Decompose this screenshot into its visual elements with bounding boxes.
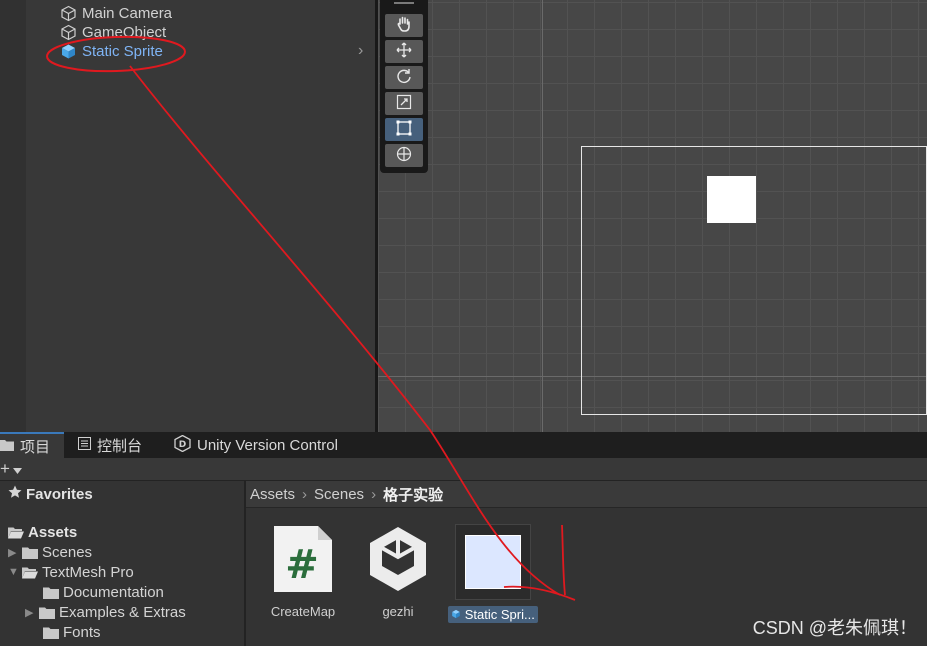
add-asset-button[interactable]: + bbox=[0, 458, 22, 480]
tree-fonts[interactable]: Fonts bbox=[43, 622, 101, 642]
asset-createmap[interactable]: # CreateMap bbox=[258, 524, 348, 619]
folder-icon bbox=[43, 626, 59, 639]
tab-uvc-label: Unity Version Control bbox=[197, 436, 338, 454]
breadcrumb-separator-icon: › bbox=[371, 485, 377, 503]
folder-icon bbox=[22, 546, 38, 559]
scale-tool-button[interactable] bbox=[385, 92, 423, 115]
tab-console[interactable]: 控制台 bbox=[78, 432, 142, 458]
tab-project[interactable]: 项目 bbox=[0, 432, 64, 458]
hand-tool-button[interactable] bbox=[385, 14, 423, 37]
tree-documentation[interactable]: Documentation bbox=[43, 582, 164, 602]
tree-favorites[interactable]: Favorites bbox=[8, 484, 93, 504]
tree-label: Examples & Extras bbox=[59, 603, 186, 621]
unity-scene-icon bbox=[353, 524, 443, 598]
hierarchy-item-label: Static Sprite bbox=[82, 43, 163, 60]
tree-label: TextMesh Pro bbox=[42, 563, 134, 581]
breadcrumb-separator-icon: › bbox=[302, 485, 308, 503]
version-control-icon: D bbox=[174, 434, 191, 456]
tree-assets[interactable]: Assets bbox=[8, 522, 77, 542]
tree-textmesh-pro[interactable]: ▼ TextMesh Pro bbox=[8, 562, 134, 582]
sprite-object[interactable] bbox=[707, 176, 756, 223]
hierarchy-item-label: GameObject bbox=[82, 24, 167, 41]
rect-transform-icon bbox=[395, 119, 413, 141]
rect-tool-button[interactable] bbox=[385, 118, 423, 141]
watermark: CSDN @老朱佩琪！ bbox=[752, 618, 917, 638]
bottom-tab-bar: 项目 控制台 D Unity Version Control bbox=[0, 432, 927, 458]
expand-arrow-icon[interactable]: ▶ bbox=[25, 606, 35, 619]
prefab-thumbnail bbox=[455, 524, 531, 600]
transform-icon bbox=[395, 145, 413, 167]
asset-label: CreateMap bbox=[270, 604, 336, 619]
rotate-icon bbox=[395, 67, 413, 89]
chevron-right-icon[interactable]: › bbox=[358, 42, 363, 60]
project-folder-tree: Favorites Assets ▶ Scenes ▼ TextMesh Pro… bbox=[0, 481, 244, 646]
tree-label: Fonts bbox=[63, 623, 101, 641]
tree-label: Documentation bbox=[63, 583, 164, 601]
transform-tool-button[interactable] bbox=[385, 144, 423, 167]
prefab-cube-icon bbox=[60, 43, 77, 60]
scale-icon bbox=[395, 93, 413, 115]
project-toolbar: + bbox=[0, 458, 927, 481]
tree-scenes[interactable]: ▶ Scenes bbox=[8, 542, 92, 562]
asset-static-sprite[interactable]: Static Spri... bbox=[448, 524, 538, 623]
move-icon bbox=[395, 41, 413, 63]
breadcrumb-current[interactable]: 格子实验 bbox=[383, 484, 443, 505]
csharp-script-icon: # bbox=[258, 524, 348, 598]
open-folder-icon bbox=[22, 566, 38, 579]
folder-icon bbox=[39, 606, 55, 619]
sprite-thumbnail bbox=[465, 535, 521, 589]
open-folder-icon bbox=[8, 526, 24, 539]
folder-icon bbox=[43, 586, 59, 599]
scene-axis-vertical bbox=[542, 0, 543, 432]
gameobject-cube-icon bbox=[60, 24, 77, 41]
breadcrumb: Assets › Scenes › 格子实验 bbox=[246, 481, 927, 508]
plus-label: + bbox=[0, 459, 10, 478]
collapse-arrow-icon[interactable]: ▼ bbox=[8, 566, 19, 578]
console-icon bbox=[78, 436, 91, 454]
hierarchy-gutter bbox=[0, 0, 26, 432]
tab-console-label: 控制台 bbox=[97, 437, 143, 455]
gameobject-cube-icon bbox=[60, 5, 77, 22]
star-icon bbox=[8, 485, 22, 503]
hierarchy-item-main-camera[interactable]: Main Camera bbox=[60, 4, 172, 23]
rotate-tool-button[interactable] bbox=[385, 66, 423, 89]
hierarchy-item-static-sprite[interactable]: Static Sprite bbox=[60, 42, 163, 61]
svg-text:#: # bbox=[285, 542, 319, 588]
asset-label: gezhi bbox=[382, 604, 414, 619]
asset-gezhi[interactable]: gezhi bbox=[353, 524, 443, 619]
tree-label: Favorites bbox=[26, 485, 93, 503]
folder-icon bbox=[0, 438, 14, 455]
tree-examples-extras[interactable]: ▶ Examples & Extras bbox=[25, 602, 186, 622]
tree-label: Assets bbox=[28, 523, 78, 541]
hand-icon bbox=[395, 15, 413, 37]
asset-label-text: Static Spri... bbox=[464, 607, 535, 622]
tab-unity-version-control[interactable]: D Unity Version Control bbox=[174, 432, 338, 458]
hierarchy-panel: Main Camera GameObject Static Sprite › bbox=[0, 0, 375, 432]
breadcrumb-scenes[interactable]: Scenes bbox=[314, 486, 364, 503]
prefab-cube-icon bbox=[451, 607, 465, 622]
dropdown-arrow-icon bbox=[12, 459, 22, 479]
toolbar-grip[interactable] bbox=[394, 2, 414, 4]
scene-tool-palette bbox=[380, 0, 428, 173]
hierarchy-item-label: Main Camera bbox=[82, 5, 173, 22]
tree-label: Scenes bbox=[42, 543, 93, 561]
asset-label: Static Spri... bbox=[448, 606, 538, 623]
scene-view[interactable] bbox=[378, 0, 927, 432]
hierarchy-item-gameobject[interactable]: GameObject bbox=[60, 23, 166, 42]
breadcrumb-assets[interactable]: Assets bbox=[250, 486, 295, 503]
tab-project-label: 项目 bbox=[20, 438, 51, 456]
svg-text:D: D bbox=[179, 440, 186, 450]
move-tool-button[interactable] bbox=[385, 40, 423, 63]
expand-arrow-icon[interactable]: ▶ bbox=[8, 546, 18, 559]
